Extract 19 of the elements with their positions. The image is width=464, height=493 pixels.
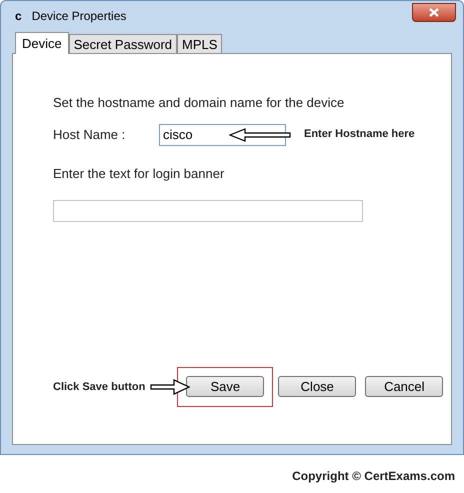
close-button[interactable] [412, 2, 456, 22]
dialog-button[interactable]: Cancel [365, 376, 444, 397]
tab[interactable]: Secret Password [68, 34, 178, 53]
hostname-label: Host Name : [53, 126, 126, 144]
intro-text: Set the hostname and domain name for the device [53, 94, 346, 112]
copyright-text: Copyright © CertExams.com [292, 468, 455, 485]
dialog-button[interactable]: Close [278, 376, 356, 397]
arrow-icon [229, 126, 291, 142]
annotation-text: Click Save button [53, 380, 146, 395]
tab[interactable]: Device [15, 32, 69, 54]
banner-field[interactable] [53, 200, 363, 222]
close-icon [429, 8, 439, 16]
window-title: Device Properties [32, 8, 126, 25]
arrow-icon [150, 379, 190, 395]
annotation-text: Enter Hostname here [304, 127, 415, 142]
tab[interactable]: MPLS [177, 34, 222, 53]
banner-label: Enter the text for login banner [53, 164, 226, 183]
dialog-button[interactable]: Save [186, 376, 264, 397]
app-icon: c [15, 7, 22, 25]
